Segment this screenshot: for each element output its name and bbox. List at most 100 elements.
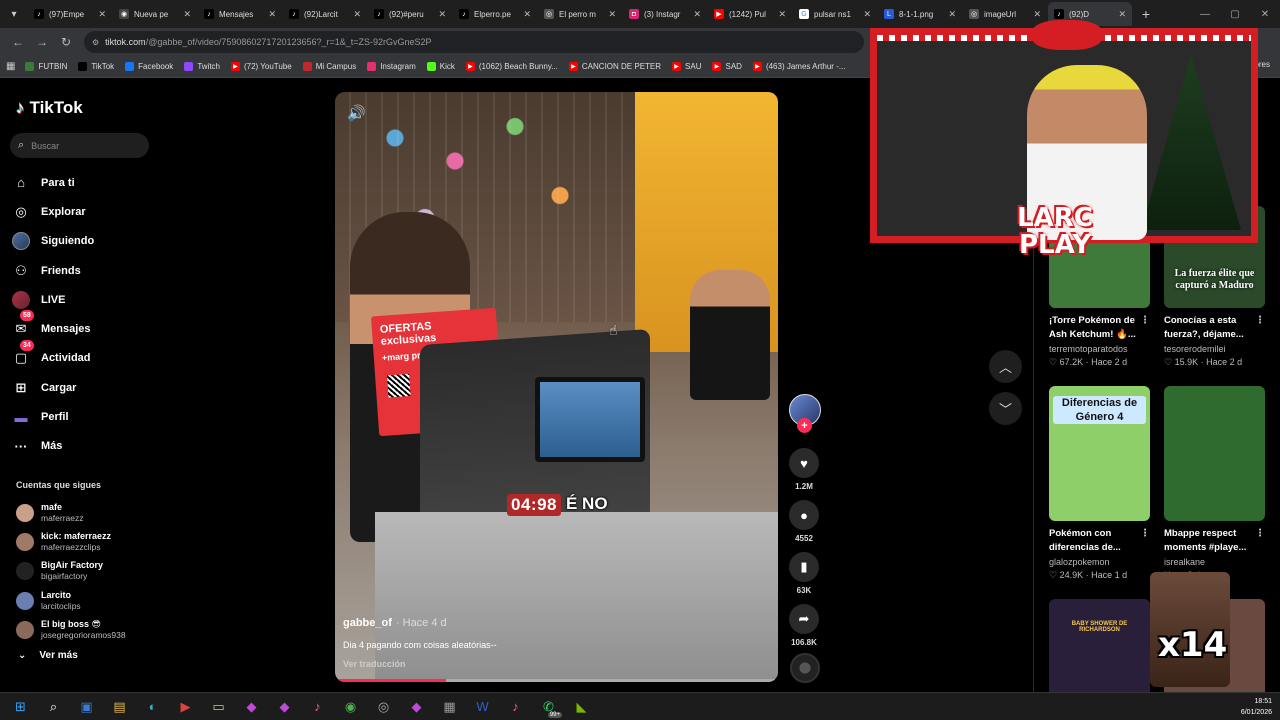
video-thumbnail[interactable]	[1164, 386, 1265, 521]
search-input[interactable]	[31, 140, 132, 151]
folder-icon[interactable]: ▭	[202, 693, 235, 720]
bookmark-item[interactable]: ▶ SAU	[672, 62, 701, 71]
nav-item-upload[interactable]: ⊞ Cargar	[12, 373, 152, 402]
obs-icon[interactable]: ◎	[367, 693, 400, 720]
following-account[interactable]: BigAir Factory bigairfactory	[16, 557, 156, 586]
nav-item-following-avatar[interactable]: Siguiendo	[12, 227, 152, 256]
recommended-video[interactable]: Diferencias de Género 4 Pokémon con difer…	[1049, 386, 1150, 581]
app-icon[interactable]: ◆	[235, 693, 268, 720]
chrome-icon[interactable]: ◉	[334, 693, 367, 720]
reload-icon[interactable]: ↻	[54, 30, 78, 54]
tab-close-icon[interactable]: ✕	[523, 9, 531, 20]
browser-tab[interactable]: ♪ (92)#peru ✕	[368, 2, 452, 26]
search-icon[interactable]: ⌕	[37, 693, 70, 720]
next-video-button[interactable]: ﹀	[989, 392, 1022, 425]
bookmark-item[interactable]: Kick	[426, 62, 455, 71]
browser-tab[interactable]: ♪ (97)Empe ✕	[28, 2, 112, 26]
more-options-icon[interactable]: ⋮	[1255, 314, 1265, 328]
recommended-user[interactable]: isrealkane	[1164, 557, 1265, 567]
bookmark-item[interactable]: FUTBIN	[25, 62, 67, 71]
tab-close-icon[interactable]: ✕	[268, 9, 276, 20]
tab-close-icon[interactable]: ✕	[183, 9, 191, 20]
browser-tab[interactable]: L 8-1-1.png ✕	[878, 2, 962, 26]
recommended-video[interactable]: Mbappe respect moments #playe... ⋮ isrealk…	[1164, 386, 1265, 580]
tiktok-icon[interactable]: ♪	[499, 693, 532, 720]
tab-close-icon[interactable]: ✕	[1033, 9, 1041, 20]
volume-icon[interactable]: 🔊	[347, 104, 366, 122]
more-options-icon[interactable]: ⋮	[1255, 527, 1265, 541]
tab-close-icon[interactable]: ✕	[608, 9, 616, 20]
tab-close-icon[interactable]: ✕	[863, 9, 871, 20]
browser-tab[interactable]: ◎ imageUrl ✕	[963, 2, 1047, 26]
nav-item-compass[interactable]: ◎ Explorar	[12, 197, 152, 226]
tab-close-icon[interactable]: ✕	[353, 9, 361, 20]
music-disc-icon[interactable]	[790, 653, 820, 683]
browser-tab[interactable]: ♪ Elperro.pe ✕	[453, 2, 537, 26]
browser-tab[interactable]: Gpulsar ns1 ✕	[793, 2, 877, 26]
search-icon[interactable]: ⌕	[18, 139, 24, 152]
back-icon[interactable]: ←	[6, 30, 30, 54]
video-author[interactable]: gabbe_of · Hace 4 d	[343, 617, 447, 629]
bookmark-item[interactable]: Instagram	[367, 62, 416, 71]
recommended-user[interactable]: tesorerodemilei	[1164, 344, 1265, 354]
tab-close-icon[interactable]: ✕	[693, 9, 701, 20]
nav-item-home[interactable]: ⌂ Para ti	[12, 168, 152, 197]
bookmark-item[interactable]: Mi Campus	[302, 62, 356, 71]
forward-icon[interactable]: →	[30, 30, 54, 54]
following-account[interactable]: kick: maferraezz maferraezzclips	[16, 527, 156, 556]
video-thumbnail[interactable]: Diferencias de Género 4	[1049, 386, 1150, 521]
tab-close-icon[interactable]: ✕	[1118, 9, 1126, 20]
recommended-user[interactable]: terremotoparatodos	[1049, 344, 1150, 354]
browser-tab[interactable]: ♪ Mensajes ✕	[198, 2, 282, 26]
close-window-icon[interactable]: ✕	[1250, 0, 1280, 28]
comment-action[interactable]: ● 4552	[788, 500, 820, 543]
edge-icon[interactable]: ◐	[136, 693, 169, 720]
tiktok-logo[interactable]: ♪ TikTok	[16, 98, 83, 118]
follow-plus-icon[interactable]: +	[797, 418, 812, 433]
following-account[interactable]: mafe maferraezz	[16, 498, 156, 527]
see-translation-link[interactable]: Ver traducción	[343, 659, 406, 669]
tiktok-icon[interactable]: ♪	[301, 693, 334, 720]
previous-video-button[interactable]: ︿	[989, 350, 1022, 383]
save-action[interactable]: ▮ 63K	[788, 552, 820, 595]
browser-tab[interactable]: ◉ Nueva pe ✕	[113, 2, 197, 26]
nav-item-profile[interactable]: ▬ Perfil	[12, 402, 152, 431]
more-options-icon[interactable]: ⋮	[1140, 314, 1150, 328]
browser-tab[interactable]: ◘ (3) Instagr ✕	[623, 2, 707, 26]
bookmark-item[interactable]: ▶ CANCION DE PETER	[568, 62, 661, 71]
bookmark-item[interactable]: ▶ (463) James Arthur -...	[752, 62, 846, 71]
word-icon[interactable]: W	[466, 693, 499, 720]
maximize-icon[interactable]: ▢	[1220, 0, 1250, 28]
share-action[interactable]: ➦ 106.8K	[788, 604, 820, 647]
url-input[interactable]: ⚙ tiktok.com/@gabbe_of/video/75908602717…	[84, 31, 864, 53]
browser-tab[interactable]: ♪ (92)Larcit ✕	[283, 2, 367, 26]
calculator-icon[interactable]: ▦	[433, 693, 466, 720]
system-clock[interactable]: 18:51 6/01/2026	[1241, 696, 1272, 718]
nav-item-friends[interactable]: ⚇ Friends	[12, 256, 152, 285]
nav-item-activity[interactable]: ▢ 34 Actividad	[12, 339, 152, 373]
nav-item-live[interactable]: LIVE	[12, 285, 152, 314]
site-info-icon[interactable]: ⚙	[92, 38, 99, 47]
new-tab-button[interactable]: +	[1137, 5, 1155, 23]
files-icon[interactable]: ▤	[103, 693, 136, 720]
app-icon[interactable]: ◆	[400, 693, 433, 720]
nvidia-icon[interactable]: ◣	[565, 693, 598, 720]
following-account[interactable]: Larcito larcitoclips	[16, 586, 156, 615]
store-icon[interactable]: ▣	[70, 693, 103, 720]
nav-item-more[interactable]: ··· Más	[12, 432, 152, 461]
more-options-icon[interactable]: ⋮	[1140, 527, 1150, 541]
browser-tab[interactable]: ▶ (1242) Pul ✕	[708, 2, 792, 26]
bookmark-item[interactable]: Twitch	[184, 62, 220, 71]
bookmark-item[interactable]: Facebook	[125, 62, 173, 71]
bookmark-item[interactable]: TikTok	[78, 62, 114, 71]
nav-item-messages[interactable]: ✉ 58 Mensajes	[12, 310, 152, 343]
apps-grid-icon[interactable]: ▦	[6, 61, 15, 72]
browser-tab[interactable]: ◎ El perro m ✕	[538, 2, 622, 26]
see-more-button[interactable]: ⌄ Ver más	[18, 650, 78, 661]
video-progress-bar[interactable]	[335, 679, 778, 682]
tab-close-icon[interactable]: ✕	[98, 9, 106, 20]
bookmark-item[interactable]: ▶ (72) YouTube	[230, 62, 292, 71]
windows-icon[interactable]: ⊞	[4, 693, 37, 720]
tab-search-button[interactable]: ▾	[4, 4, 24, 24]
tab-close-icon[interactable]: ✕	[438, 9, 446, 20]
